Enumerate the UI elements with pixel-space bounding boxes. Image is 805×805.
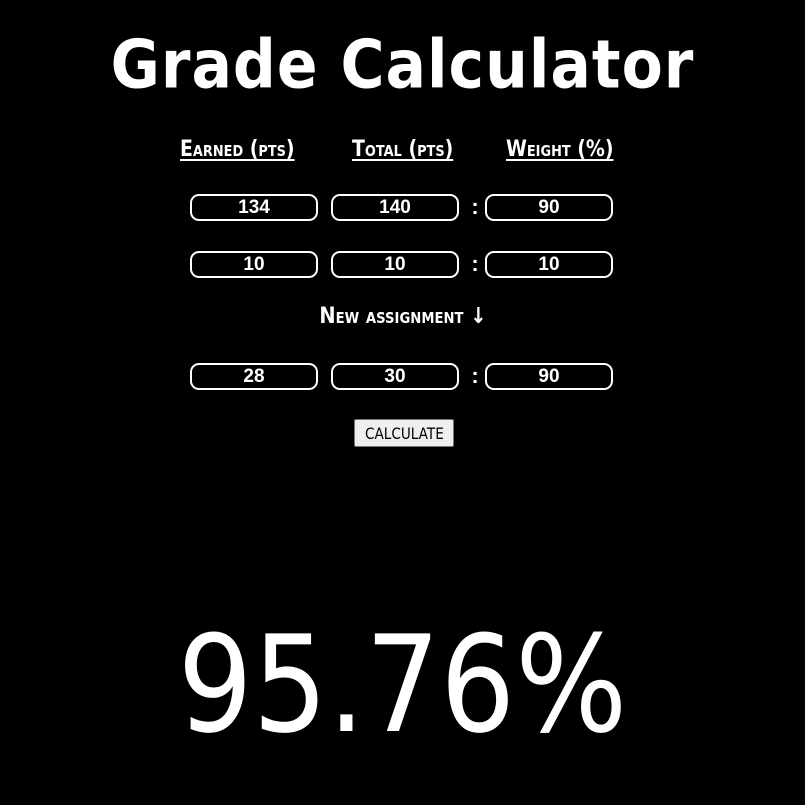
calculate-button-label: CALCULATE — [364, 423, 444, 443]
total-input-1[interactable] — [331, 194, 459, 221]
grade-row-2: : — [190, 251, 618, 282]
weight-separator: : — [471, 194, 479, 219]
grade-result: 95.76% — [0, 605, 805, 765]
header-total: Total (pts) — [352, 137, 454, 162]
new-assignment-row: : — [190, 363, 618, 394]
header-earned: Earned (pts) — [180, 137, 295, 162]
earned-input-2[interactable] — [190, 251, 318, 278]
column-headers: Earned (pts) Total (pts) Weight (%) — [0, 137, 805, 167]
new-weight-input[interactable] — [485, 363, 613, 390]
new-earned-input[interactable] — [190, 363, 318, 390]
header-weight: Weight (%) — [506, 137, 614, 162]
weight-input-1[interactable] — [485, 194, 613, 221]
weight-separator: : — [471, 363, 479, 388]
page-title: Grade Calculator — [110, 25, 695, 105]
grade-row-1: : — [190, 194, 618, 225]
new-assignment-label: New assignment ↓ — [0, 304, 805, 329]
new-assignment-text: New assignment ↓ — [318, 304, 487, 329]
earned-input-1[interactable] — [190, 194, 318, 221]
grade-result-value: 95.76% — [177, 607, 628, 763]
total-input-2[interactable] — [331, 251, 459, 278]
new-total-input[interactable] — [331, 363, 459, 390]
weight-separator: : — [471, 251, 479, 276]
weight-input-2[interactable] — [485, 251, 613, 278]
calculate-button[interactable]: CALCULATE — [354, 419, 454, 447]
